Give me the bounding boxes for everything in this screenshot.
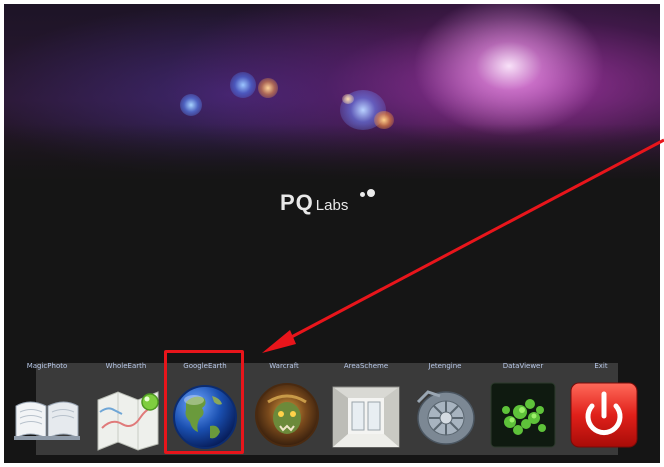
- dock-label-exit: Exit: [594, 362, 608, 370]
- dock-label-wholeearth: WholeEarth: [105, 362, 147, 370]
- jetengine-app-button[interactable]: [410, 382, 480, 454]
- dock-label-magicphoto: MagicPhoto: [26, 362, 68, 370]
- warcraft-icon: [255, 383, 319, 447]
- magicphoto-app-button[interactable]: [12, 392, 82, 446]
- dock-label-areascheme: AreaScheme: [343, 362, 389, 370]
- dock-label-jetengine: Jetengine: [428, 362, 462, 370]
- dock-label-warcraft: Warcraft: [269, 362, 299, 370]
- logo-dots: [360, 184, 377, 202]
- room-icon: [332, 386, 400, 448]
- turbine-icon: [416, 390, 475, 445]
- dataviewer-app-button[interactable]: [490, 382, 556, 452]
- exit-app-button[interactable]: [570, 382, 638, 452]
- book-icon: [14, 401, 80, 440]
- pq-labs-logo: PQ Labs: [280, 189, 375, 216]
- map-icon: [97, 391, 159, 451]
- logo-text: PQ: [280, 190, 314, 215]
- banner-fade: [4, 124, 660, 184]
- particles-icon: [490, 382, 556, 448]
- power-icon: [570, 382, 638, 448]
- dock-label-dataviewer: DataViewer: [502, 362, 544, 370]
- warcraft-app-button[interactable]: [254, 382, 320, 452]
- googleearth-highlight-box: [164, 350, 244, 454]
- areascheme-app-button[interactable]: [332, 386, 400, 452]
- logo-suffix: Labs: [315, 197, 349, 214]
- wholeearth-app-button[interactable]: [94, 378, 168, 456]
